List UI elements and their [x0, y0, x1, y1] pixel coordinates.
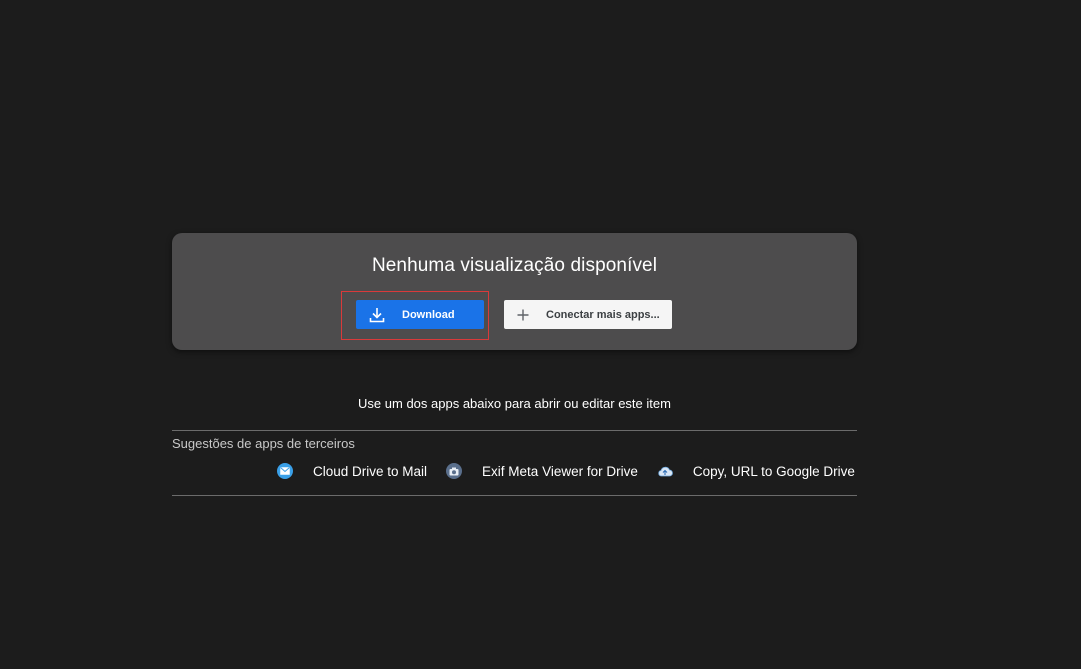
plus-icon [516, 308, 530, 322]
app-exif-meta-viewer[interactable]: Exif Meta Viewer for Drive [446, 463, 638, 479]
connect-more-apps-label: Conectar mais apps... [546, 308, 660, 321]
section-divider-bottom [172, 495, 857, 496]
camera-icon [446, 463, 463, 479]
app-name: Cloud Drive to Mail [313, 463, 428, 479]
app-name: Exif Meta Viewer for Drive [482, 463, 638, 479]
no-preview-card: Nenhuma visualização disponível Download… [172, 233, 857, 350]
mail-icon [277, 463, 293, 479]
connect-more-apps-button[interactable]: Conectar mais apps... [504, 300, 672, 329]
download-button[interactable]: Download [356, 300, 484, 329]
open-with-prompt: Use um dos apps abaixo para abrir ou edi… [358, 396, 671, 411]
download-icon [368, 306, 386, 324]
app-name: Copy, URL to Google Drive [692, 463, 855, 479]
app-cloud-drive-to-mail[interactable]: Cloud Drive to Mail [277, 463, 427, 479]
app-copy-url-to-google-drive[interactable]: Copy, URL to Google Drive [657, 463, 855, 479]
drive-preview-page: Nenhuma visualização disponível Download… [0, 0, 1081, 669]
suggested-apps-list: Cloud Drive to Mail Exif Meta Viewer for… [277, 462, 855, 480]
download-button-label: Download [402, 308, 455, 321]
no-preview-title: Nenhuma visualização disponível [371, 255, 658, 276]
third-party-apps-heading: Sugestões de apps de terceiros [172, 436, 355, 451]
section-divider-top [172, 430, 857, 431]
cloud-upload-icon [657, 463, 673, 479]
